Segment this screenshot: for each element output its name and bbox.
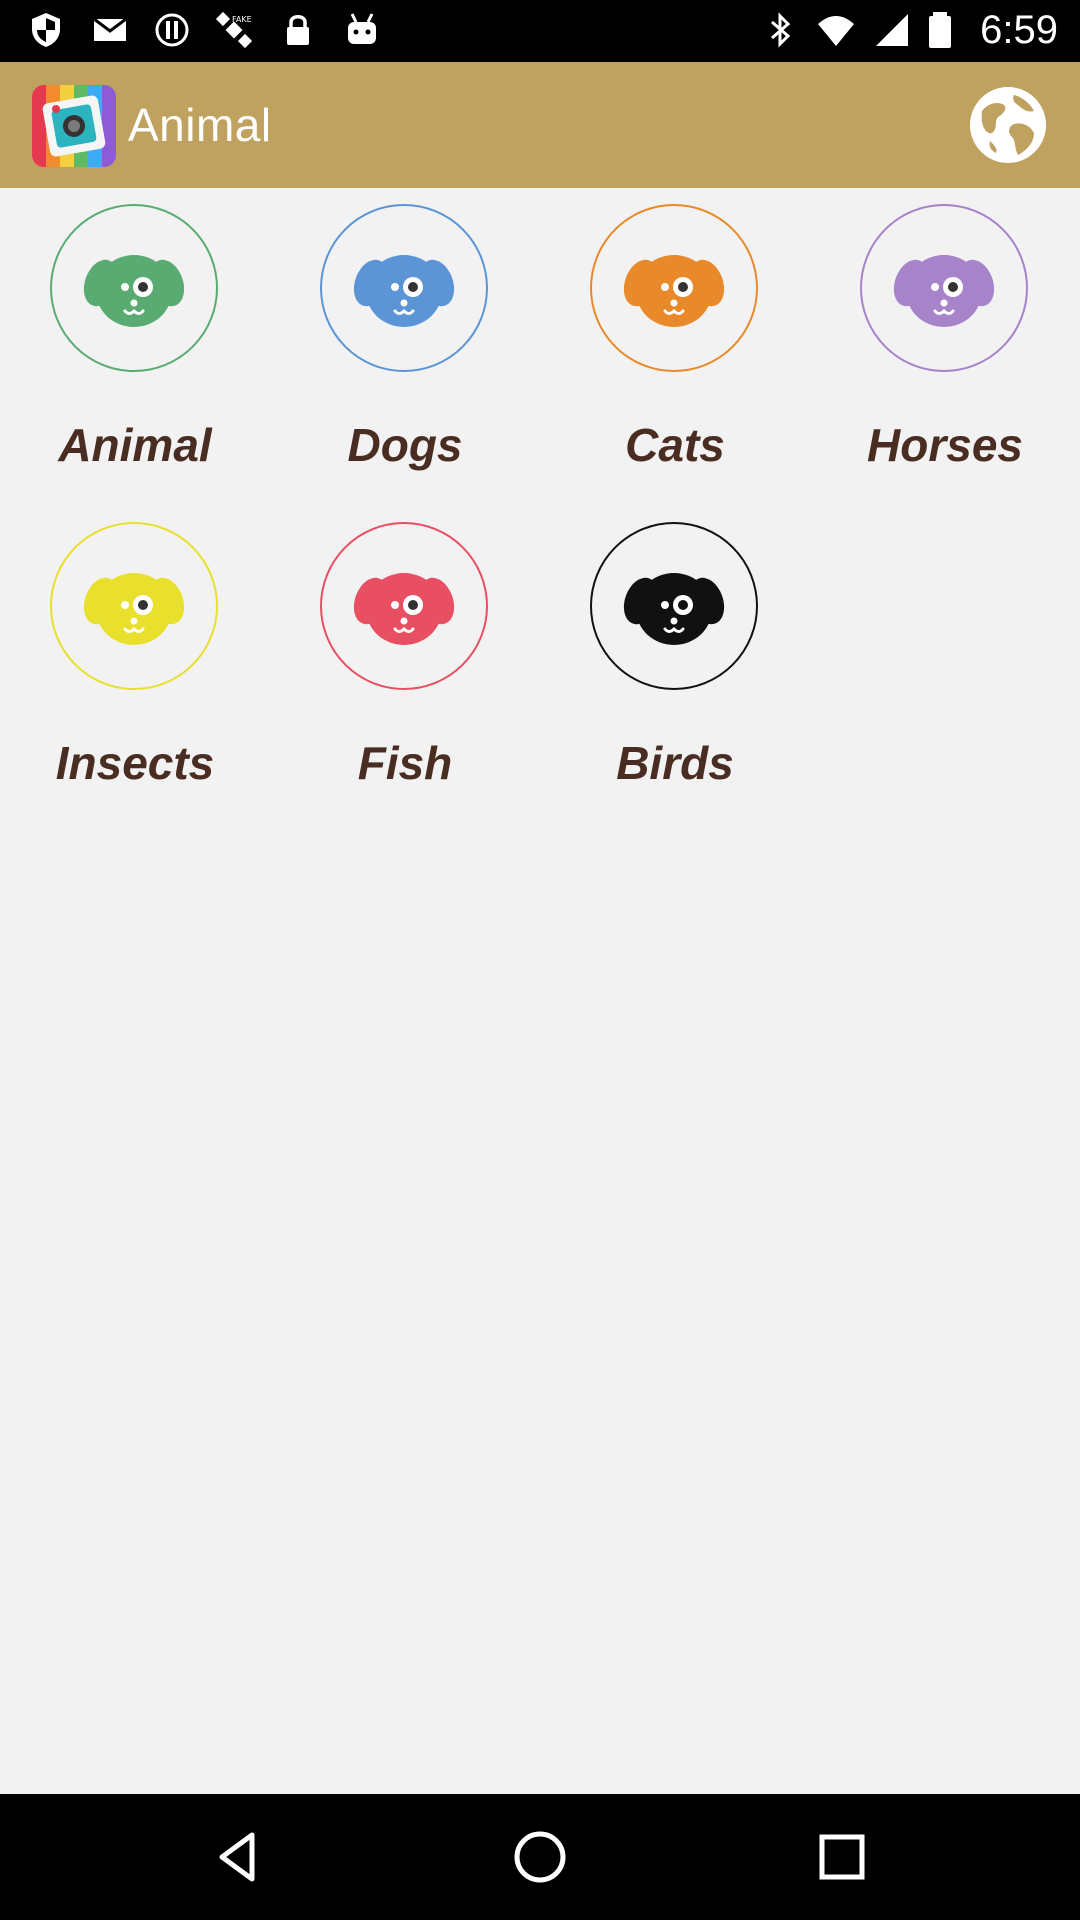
dog-face-icon [83, 573, 185, 645]
category-tile-dogs[interactable]: Dogs [270, 200, 540, 500]
shield-icon [32, 13, 60, 47]
dog-face-icon [353, 255, 455, 327]
category-label: Dogs [347, 419, 463, 471]
status-bar: FAKE 6:59 [0, 0, 1080, 62]
category-tile-horses[interactable]: Horses [810, 200, 1080, 500]
alert-circle-icon [155, 13, 189, 47]
dog-face-icon [83, 255, 185, 327]
category-tile-animal[interactable]: Animal [0, 200, 270, 500]
dog-face-icon [623, 573, 725, 645]
category-tile-insects[interactable]: Insects [0, 518, 270, 818]
app-bar: Animal [0, 62, 1080, 188]
dog-face-icon [893, 255, 995, 327]
globe-icon[interactable] [968, 85, 1048, 165]
category-circle[interactable] [860, 204, 1028, 372]
category-circle[interactable] [50, 522, 218, 690]
category-circle[interactable] [590, 204, 758, 372]
bluetooth-icon [771, 12, 791, 48]
wifi-icon [818, 16, 854, 46]
camera-app-icon [32, 85, 116, 167]
category-label: Birds [616, 737, 734, 789]
category-tile-birds[interactable]: Birds [540, 518, 810, 818]
category-tile-fish[interactable]: Fish [270, 518, 540, 818]
category-label: Cats [625, 419, 725, 471]
category-circle[interactable] [320, 522, 488, 690]
status-time: 6:59 [980, 8, 1058, 52]
navigation-bar [0, 1794, 1080, 1920]
category-circle[interactable] [320, 204, 488, 372]
back-triangle-icon[interactable] [208, 1827, 268, 1887]
category-label: Horses [867, 419, 1023, 471]
category-label: Animal [58, 419, 212, 471]
android-icon [348, 13, 376, 44]
category-circle[interactable] [590, 522, 758, 690]
lock-icon [287, 15, 309, 45]
battery-icon [929, 12, 951, 48]
recents-square-icon[interactable] [812, 1827, 872, 1887]
dog-face-icon [353, 573, 455, 645]
app-title: Animal [128, 99, 272, 151]
mail-icon [93, 17, 127, 41]
signal-icon [876, 14, 908, 46]
home-circle-icon[interactable] [510, 1827, 570, 1887]
category-tile-cats[interactable]: Cats [540, 200, 810, 500]
svg-text:FAKE: FAKE [232, 15, 252, 24]
dog-face-icon [623, 255, 725, 327]
category-label: Fish [357, 737, 453, 789]
category-label: Insects [55, 737, 215, 789]
category-circle[interactable] [50, 204, 218, 372]
satellite-icon: FAKE [215, 11, 253, 49]
